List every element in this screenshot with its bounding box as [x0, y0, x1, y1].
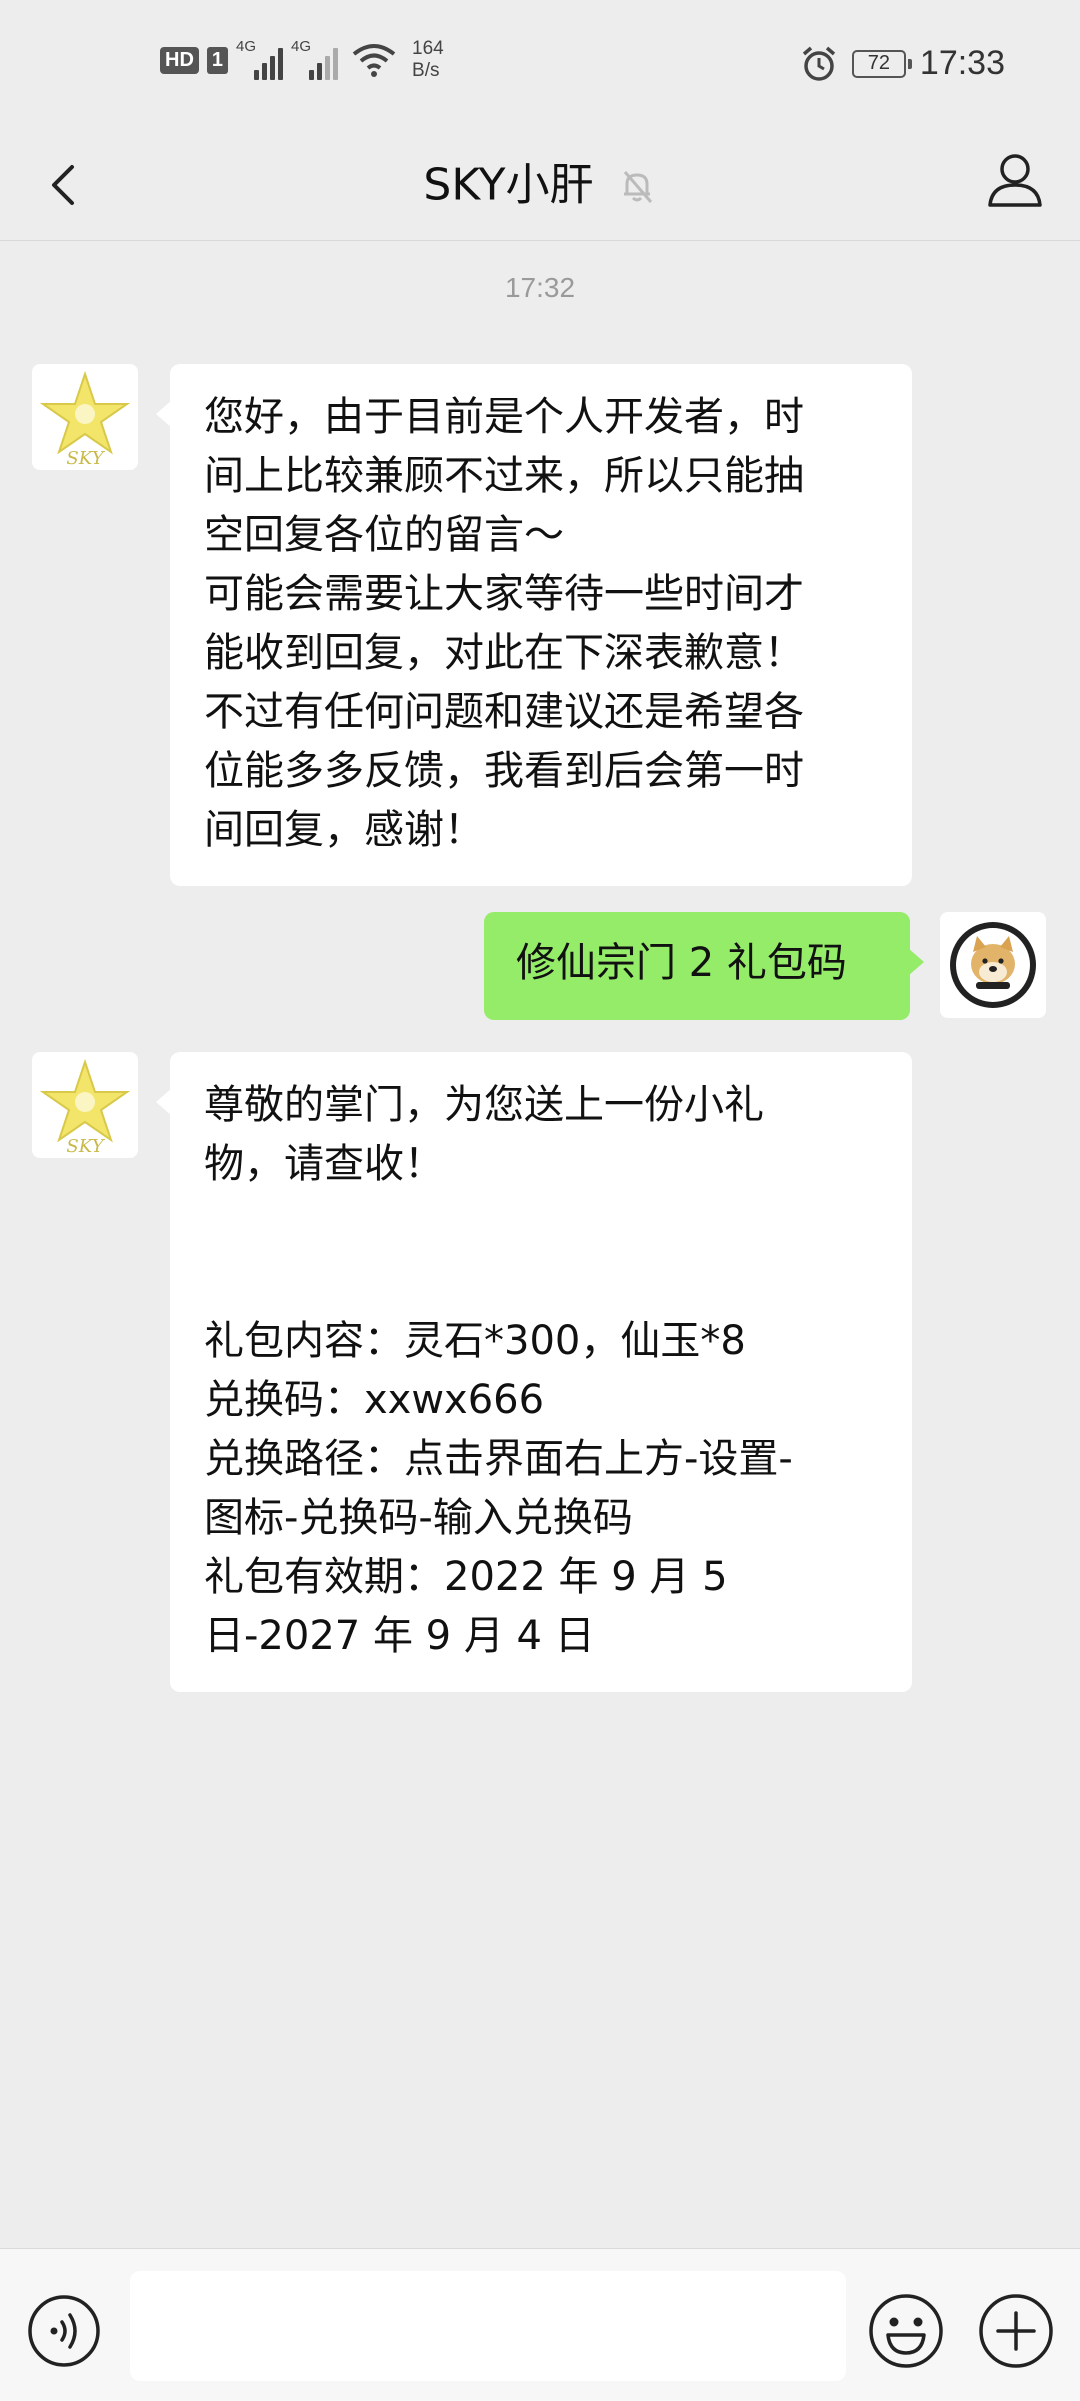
- message-line: 位能多多反馈，我看到后会第一时: [204, 748, 804, 794]
- message-bubble-incoming[interactable]: 您好，由于目前是个人开发者，时 间上比较兼顾不过来，所以只能抽 空回复各位的留言…: [156, 364, 912, 886]
- status-right: 72 17:33: [800, 44, 1005, 83]
- status-left: HD 1 4G 4G 164 B/s: [160, 38, 444, 82]
- sky-logo-text: SKY: [66, 1136, 105, 1157]
- message-line: 日-2027 年 9 月 4 日: [204, 1613, 595, 1659]
- sky-logo-text: SKY: [66, 448, 105, 469]
- title-wrap: SKY小肝: [0, 145, 1080, 225]
- person-icon[interactable]: [980, 145, 1050, 215]
- status-time: 17:33: [919, 44, 1005, 82]
- voice-icon[interactable]: [26, 2293, 102, 2369]
- message-line: 空回复各位的留言～: [204, 512, 564, 558]
- message-input[interactable]: [130, 2271, 846, 2381]
- message-line: 您好，由于目前是个人开发者，时: [204, 394, 804, 440]
- network-type-label-2: 4G: [291, 38, 312, 55]
- sender-avatar[interactable]: SKY: [32, 364, 138, 470]
- message-line: 修仙宗门 2 礼包码: [516, 940, 847, 986]
- signal-icon: 4G: [236, 38, 284, 80]
- message-line: 可能会需要让大家等待一些时间才: [204, 571, 804, 617]
- message-bubble-outgoing[interactable]: 修仙宗门 2 礼包码: [484, 912, 924, 1020]
- hd-badge: HD: [160, 46, 199, 74]
- alarm-icon: [802, 46, 836, 81]
- message-line: 尊敬的掌门，为您送上一份小礼: [204, 1082, 764, 1128]
- bell-off-icon: [623, 170, 652, 203]
- message-line: 物，请查收！: [204, 1141, 444, 1187]
- message-line: 能收到回复，对此在下深表歉意！: [204, 630, 804, 676]
- signal-icon-2: 4G: [291, 38, 339, 80]
- chat-title: SKY小肝: [423, 159, 594, 211]
- my-avatar[interactable]: [940, 912, 1046, 1018]
- star-logo-icon: SKY: [39, 370, 131, 469]
- message-line: 不过有任何问题和建议还是希望各: [204, 689, 804, 735]
- message-line: 间回复，感谢！: [204, 807, 484, 853]
- chat-header: SKY小肝: [0, 135, 1080, 241]
- message-line: [204, 1253, 880, 1312]
- message-line: 兑换路径：点击界面右上方-设置-: [204, 1436, 793, 1482]
- network-speed-value: 164: [412, 38, 444, 59]
- battery-icon: 72: [851, 49, 912, 78]
- network-speed: 164 B/s: [412, 38, 444, 82]
- message-line: 图标-兑换码-输入兑换码: [204, 1495, 633, 1541]
- plus-icon[interactable]: [976, 2291, 1056, 2371]
- message-line: [204, 1194, 880, 1253]
- doge-avatar-icon: [940, 912, 1046, 1018]
- network-speed-unit: B/s: [412, 60, 440, 81]
- network-type-label: 4G: [236, 38, 257, 55]
- star-logo-icon: SKY: [39, 1058, 131, 1157]
- sender-avatar[interactable]: SKY: [32, 1052, 138, 1158]
- status-bar: HD 1 4G 4G 164 B/s 72 17:33: [0, 0, 1080, 135]
- message-line: 礼包内容：灵石*300，仙玉*8: [204, 1318, 746, 1364]
- emoji-icon[interactable]: [866, 2291, 946, 2371]
- message-line: 兑换码：xxwx666: [204, 1377, 545, 1423]
- wifi-icon: [352, 44, 396, 77]
- input-bar: [0, 2248, 1080, 2401]
- battery-level: 72: [867, 52, 891, 74]
- message-line: 间上比较兼顾不过来，所以只能抽: [204, 453, 804, 499]
- message-timestamp: 17:32: [504, 272, 576, 303]
- message-line: 礼包有效期：2022 年 9 月 5: [204, 1554, 728, 1600]
- message-bubble-incoming[interactable]: 尊敬的掌门，为您送上一份小礼 物，请查收！ 礼包内容：灵石*300，仙玉*8 兑…: [156, 1052, 912, 1692]
- sim-badge: 1: [206, 46, 229, 74]
